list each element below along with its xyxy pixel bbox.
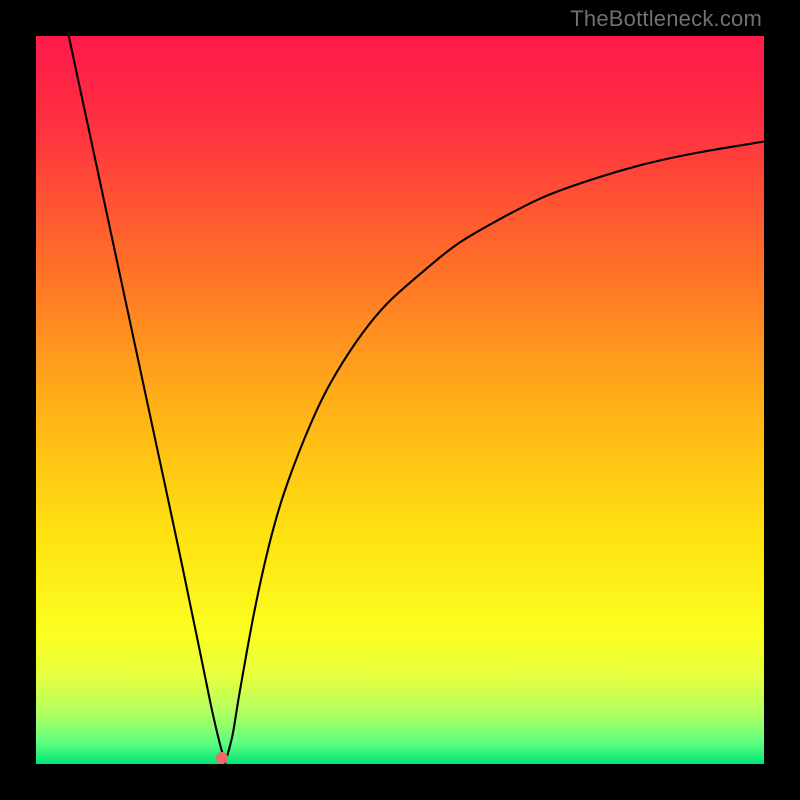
plot-area — [36, 36, 764, 764]
plot-frame — [36, 36, 764, 764]
watermark-text: TheBottleneck.com — [570, 6, 762, 32]
chart-container: TheBottleneck.com — [0, 0, 800, 800]
bottleneck-curve — [36, 36, 764, 764]
